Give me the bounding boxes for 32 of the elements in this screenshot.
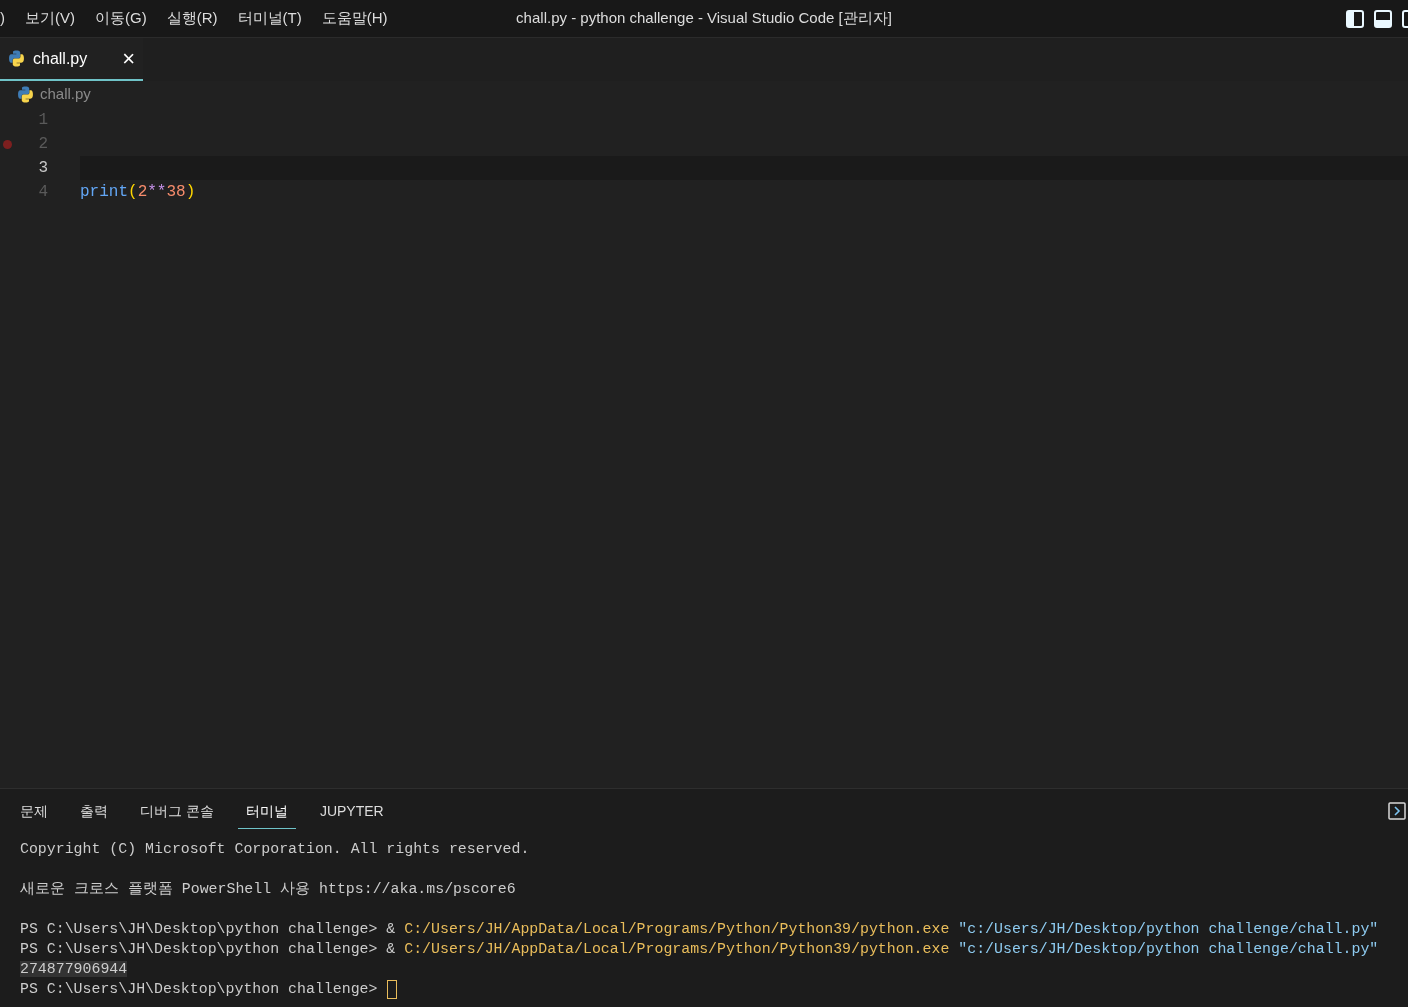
menu-item[interactable]: 이동(G) [85, 7, 157, 30]
chevron-right-icon[interactable] [1388, 802, 1406, 820]
sidebar-toggle-icon[interactable] [1346, 9, 1364, 28]
terminal-line: 새로운 크로스 플랫폼 PowerShell 사용 https://aka.ms/pscore6 [20, 880, 516, 899]
window-title: chall.py - python challenge - Visual Studio Code [관리자] [516, 9, 892, 27]
layout-icon[interactable] [1402, 9, 1408, 28]
file-icon [8, 50, 25, 67]
breadcrumb-item[interactable]: chall.py [40, 83, 91, 106]
menu-item[interactable]: 도움말(H) [311, 7, 398, 30]
panel-tab[interactable]: 디버그 콘솔 [132, 793, 222, 829]
line-number: 2 [38, 134, 48, 155]
line-number: 4 [38, 182, 48, 203]
menu-item[interactable]: 실행(R) [156, 7, 228, 30]
file-icon [17, 86, 34, 103]
terminal-line: PS C:\Users\JH\Desktop\python challenge> [20, 980, 379, 999]
tab-label: chall.py [33, 48, 88, 69]
breakpoint-dot[interactable] [3, 139, 12, 149]
panel-toggle-icon[interactable] [1374, 9, 1392, 28]
line-number: 1 [38, 110, 48, 131]
panel-tab[interactable]: 문제 [12, 793, 56, 829]
panel-tab[interactable]: 터미널 [237, 793, 296, 829]
terminal-line: PS C:\Users\JH\Desktop\python challenge> & C:/Users/JH/AppData/Local/Programs/Python/Python39/python.exe "c:/Users/JH/Desktop/python challenge/chall.py" [20, 940, 1379, 959]
terminal-line: Copyright (C) Microsoft Corporation. All rights reserved. [20, 840, 530, 859]
terminal-line: PS C:\Users\JH\Desktop\python challenge> & C:/Users/JH/AppData/Local/Programs/Python/Python39/python.exe "c:/Users/JH/Desktop/python challenge/chall.py" [20, 920, 1379, 939]
code-text: print(2**38) [80, 183, 196, 201]
panel-tab[interactable]: JUPYTER [311, 793, 392, 829]
menu-item[interactable]: 터미널(T) [227, 7, 312, 30]
menu-item[interactable]: 보기(V) [15, 7, 85, 30]
close-icon[interactable]: × [122, 47, 135, 70]
panel-tab[interactable]: 출력 [72, 793, 116, 829]
line-number: 3 [38, 158, 48, 179]
menu-item[interactable]: ) [0, 7, 15, 30]
